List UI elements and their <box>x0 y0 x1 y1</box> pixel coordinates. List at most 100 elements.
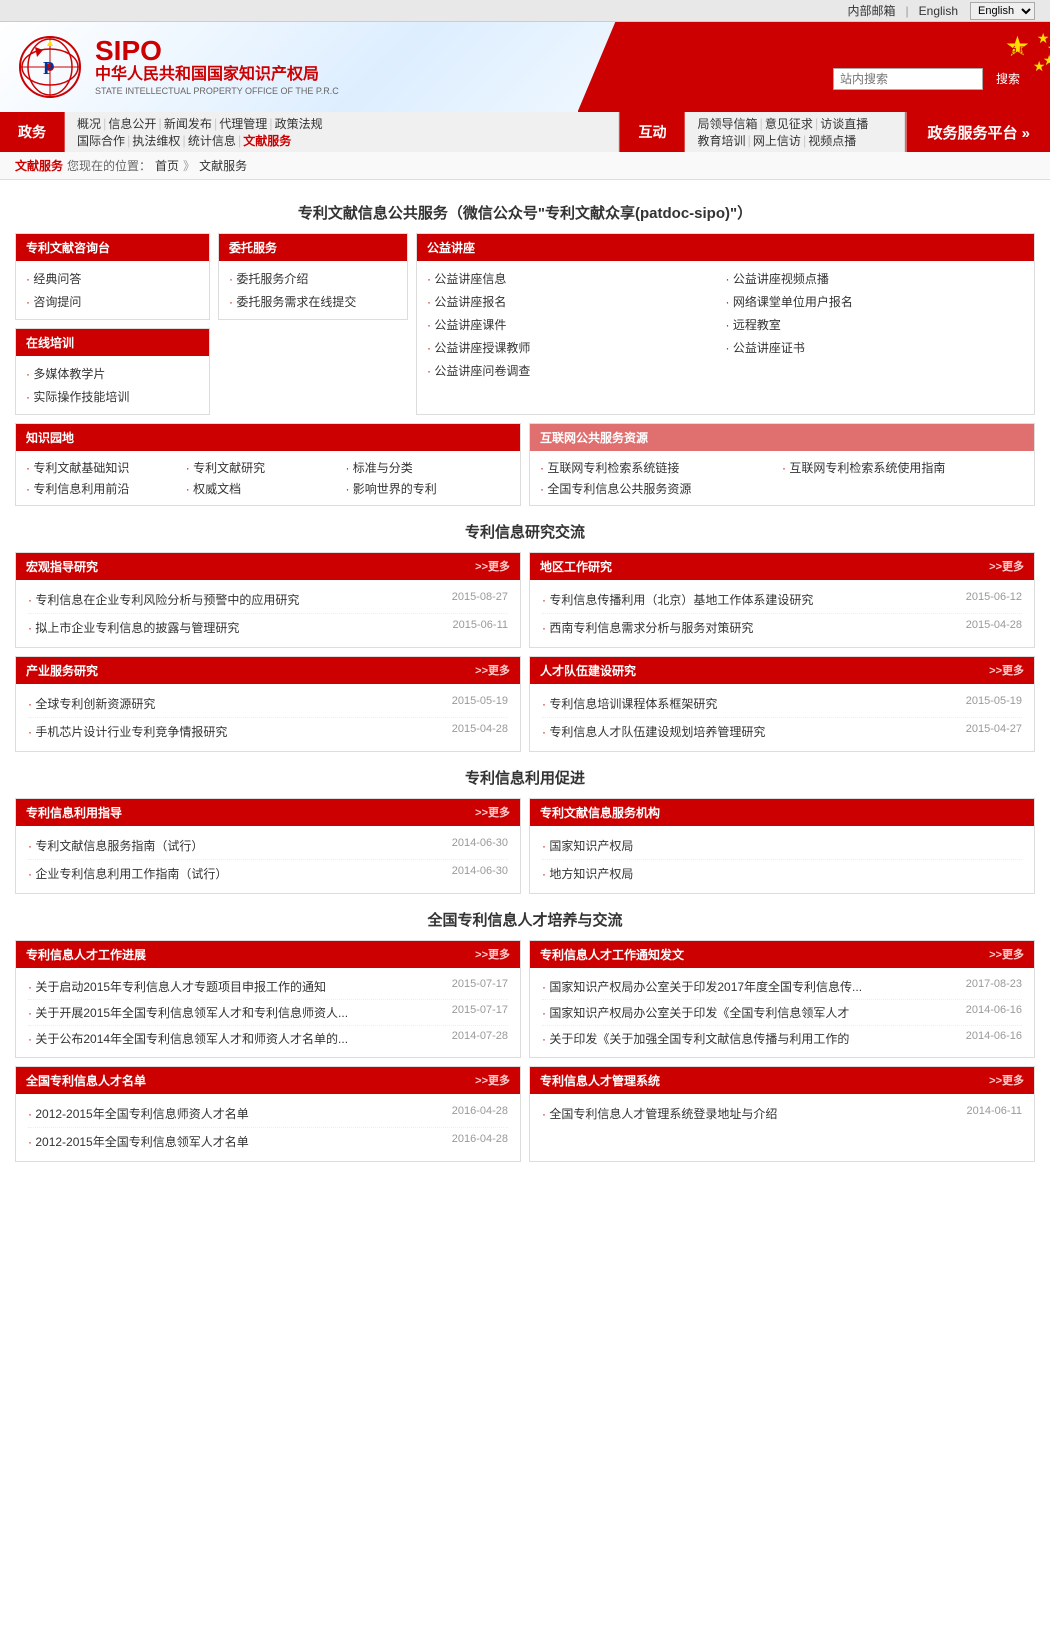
nav-yijian[interactable]: 意见征求 <box>765 115 813 132</box>
gongyi-l1[interactable]: 公益讲座信息 <box>427 267 726 290</box>
nav-zhifaweiquan[interactable]: 执法维权 <box>132 132 180 149</box>
chanye-more[interactable]: >>更多 <box>475 662 510 679</box>
nav-xinxigongkai[interactable]: 信息公开 <box>108 115 156 132</box>
diqu-link1[interactable]: 专利信息传播利用（北京）基地工作体系建设研究 <box>542 591 813 608</box>
nav-tab-hudong[interactable]: 互动 <box>619 112 685 152</box>
inner-mail-link[interactable]: 内部邮箱 <box>848 2 896 19</box>
gongyi-l2[interactable]: 公益讲座报名 <box>427 290 726 313</box>
jingzhan-link3[interactable]: 关于公布2014年全国专利信息领军人才和师资人才名单的... <box>28 1030 348 1047</box>
weituo-item2[interactable]: 委托服务需求在线提交 <box>229 290 397 313</box>
hulian-item2[interactable]: 互联网专利检索系统使用指南 <box>782 457 1024 478</box>
zhishi-header: 知识园地 <box>16 424 520 451</box>
nav-fangtan[interactable]: 访谈直播 <box>820 115 868 132</box>
tongzhi-more[interactable]: >>更多 <box>989 946 1024 963</box>
breadcrumb-home[interactable]: 首页 <box>155 157 179 174</box>
nav-shipin[interactable]: 视频点播 <box>808 132 856 149</box>
guanli-link1[interactable]: 全国专利信息人才管理系统登录地址与介绍 <box>542 1105 777 1122</box>
tongzhi-date1: 2017-08-23 <box>966 978 1022 995</box>
nav-xinwenfabu[interactable]: 新闻发布 <box>164 115 212 132</box>
nav-wenxian[interactable]: 文献服务 <box>243 132 291 149</box>
gongyi-l4[interactable]: 公益讲座授课教师 <box>427 336 726 359</box>
tongzhi-link2[interactable]: 国家知识产权局办公室关于印发《全国专利信息领军人才 <box>542 1004 849 1021</box>
nav-dailiguanli[interactable]: 代理管理 <box>219 115 267 132</box>
zhishi-item2[interactable]: 专利文献研究 <box>186 457 346 478</box>
mingdan-link1[interactable]: 2012-2015年全国专利信息师资人才名单 <box>28 1105 249 1122</box>
tongzhi-link1[interactable]: 国家知识产权局办公室关于印发2017年度全国专利信息传... <box>542 978 862 995</box>
nav-xinfang[interactable]: 网上信访 <box>753 132 801 149</box>
main-nav: 政务 概况| 信息公开| 新闻发布| 代理管理| 政策法规 国际合作| 执法维权… <box>0 112 1050 152</box>
logo-text-area: SIPO 中华人民共和国国家知识产权局 STATE INTELLECTUAL P… <box>95 37 339 97</box>
weituo-item1[interactable]: 委托服务介绍 <box>229 267 397 290</box>
jingzhan-more[interactable]: >>更多 <box>475 946 510 963</box>
svg-text:P: P <box>43 58 54 78</box>
hongguan-link1[interactable]: 专利信息在企业专利风险分析与预警中的应用研究 <box>28 591 299 608</box>
zhishi-item6[interactable]: 影响世界的专利 <box>345 478 505 499</box>
diqu-link2[interactable]: 西南专利信息需求分析与服务对策研究 <box>542 619 753 636</box>
nav-gaikuang[interactable]: 概况 <box>77 115 101 132</box>
rencai-more[interactable]: >>更多 <box>989 662 1024 679</box>
jigou-link1[interactable]: 国家知识产权局 <box>542 839 633 853</box>
zhidao-link1[interactable]: 专利文献信息服务指南（试行） <box>28 837 203 854</box>
training-item2[interactable]: 实际操作技能培训 <box>26 385 199 408</box>
zhidao-more[interactable]: >>更多 <box>475 804 510 821</box>
breadcrumb: 文献服务 您现在的位置： 首页 》 文献服务 <box>0 152 1050 180</box>
guanli-more[interactable]: >>更多 <box>989 1072 1024 1089</box>
zhishi-item3[interactable]: 标准与分类 <box>345 457 505 478</box>
jingzhan-link1[interactable]: 关于启动2015年专利信息人才专题项目申报工作的通知 <box>28 978 326 995</box>
nav-tab-zhengwu[interactable]: 政务 <box>0 112 65 152</box>
rencai-link2[interactable]: 专利信息人才队伍建设规划培养管理研究 <box>542 723 765 740</box>
hulian-item1[interactable]: 互联网专利检索系统链接 <box>540 457 782 478</box>
rencai-item2: 专利信息人才队伍建设规划培养管理研究 2015-04-27 <box>542 718 1022 745</box>
jigou-link2[interactable]: 地方知识产权局 <box>542 867 633 881</box>
hongguan-more[interactable]: >>更多 <box>475 558 510 575</box>
zixuntai-item2[interactable]: 咨询提问 <box>26 290 199 313</box>
rencai-link1[interactable]: 专利信息培训课程体系框架研究 <box>542 695 717 712</box>
search-input[interactable] <box>833 68 983 90</box>
logo-emblem[interactable]: P <box>15 32 85 102</box>
zixuntai-item1[interactable]: 经典问答 <box>26 267 199 290</box>
gongyi-card: 公益讲座 公益讲座信息 公益讲座报名 公益讲座课件 公益讲座授课教师 公益讲座问… <box>416 233 1035 415</box>
mingdan-link2[interactable]: 2012-2015年全国专利信息领军人才名单 <box>28 1133 249 1150</box>
en-org-title: STATE INTELLECTUAL PROPERTY OFFICE OF TH… <box>95 86 339 97</box>
gongyi-r2[interactable]: 网络课堂单位用户报名 <box>726 290 1025 313</box>
section3-row: 专利信息利用指导 >>更多 专利文献信息服务指南（试行） 2014-06-30 … <box>15 798 1035 894</box>
hongguan-link2[interactable]: 拟上市企业专利信息的披露与管理研究 <box>28 619 239 636</box>
mingdan-header: 全国专利信息人才名单 >>更多 <box>16 1067 520 1094</box>
gov-link[interactable]: 国家市场监督管理总局 <box>910 43 1030 60</box>
gongyi-r4[interactable]: 公益讲座证书 <box>726 336 1025 359</box>
gongyi-r3[interactable]: 远程教室 <box>726 313 1025 336</box>
breadcrumb-you-zai: 您现在的位置： <box>67 157 151 174</box>
zhidao-link2[interactable]: 企业专利信息利用工作指南（试行） <box>28 865 227 882</box>
zhishi-item1[interactable]: 专利文献基础知识 <box>26 457 186 478</box>
search-button[interactable]: 搜索 <box>986 66 1030 91</box>
nav-jiaoyu[interactable]: 教育培训 <box>697 132 745 149</box>
tongzhi-link3[interactable]: 关于印发《关于加强全国专利文献信息传播与利用工作的 <box>542 1030 849 1047</box>
chanye-date2: 2015-04-28 <box>452 723 508 740</box>
gongyi-header: 公益讲座 <box>417 234 1034 261</box>
rencai-header: 人才队伍建设研究 >>更多 <box>530 657 1034 684</box>
gongyi-r1[interactable]: 公益讲座视频点播 <box>726 267 1025 290</box>
zhishi-item4[interactable]: 专利信息利用前沿 <box>26 478 186 499</box>
training-item1[interactable]: 多媒体教学片 <box>26 362 199 385</box>
gongyi-l5[interactable]: 公益讲座问卷调查 <box>427 359 726 382</box>
mingdan-more[interactable]: >>更多 <box>475 1072 510 1089</box>
diqu-item1: 专利信息传播利用（北京）基地工作体系建设研究 2015-06-12 <box>542 586 1022 614</box>
zhishi-item5[interactable]: 权威文档 <box>186 478 346 499</box>
search-bar: 搜索 <box>833 66 1030 91</box>
nav-zhengcefagui[interactable]: 政策法规 <box>275 115 323 132</box>
chanye-link2[interactable]: 手机芯片设计行业专利竞争情报研究 <box>28 723 227 740</box>
diqu-more[interactable]: >>更多 <box>989 558 1024 575</box>
hulian-item3[interactable]: 全国专利信息公共服务资源 <box>540 478 782 499</box>
gongyi-right: 公益讲座视频点播 网络课堂单位用户报名 远程教室 公益讲座证书 <box>726 267 1025 382</box>
chanye-link1[interactable]: 全球专利创新资源研究 <box>28 695 155 712</box>
jingzhan-item2: 关于开展2015年全国专利信息领军人才和专利信息师资人... 2015-07-1… <box>28 1000 508 1026</box>
language-select[interactable]: English 中文 <box>970 2 1035 20</box>
nav-juling[interactable]: 局领导信箱 <box>697 115 757 132</box>
jingzhan-body: 关于启动2015年专利信息人才专题项目申报工作的通知 2015-07-17 关于… <box>16 968 520 1057</box>
gongyi-l3[interactable]: 公益讲座课件 <box>427 313 726 336</box>
service-platform-btn[interactable]: 政务服务平台 » <box>905 112 1050 152</box>
nav-tongji[interactable]: 统计信息 <box>188 132 236 149</box>
nav-guojihezuo[interactable]: 国际合作 <box>77 132 125 149</box>
jingzhan-link2[interactable]: 关于开展2015年全国专利信息领军人才和专利信息师资人... <box>28 1004 348 1021</box>
guanli-card: 专利信息人才管理系统 >>更多 全国专利信息人才管理系统登录地址与介绍 2014… <box>529 1066 1035 1162</box>
